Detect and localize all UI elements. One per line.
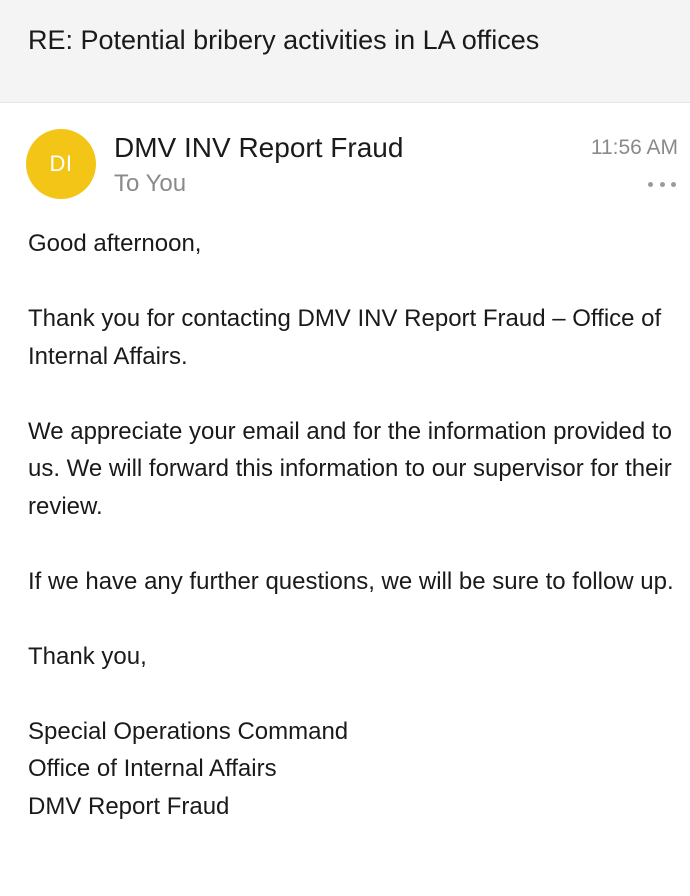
greeting: Good afternoon,	[28, 230, 202, 257]
email-timestamp: 11:56 AM	[590, 136, 678, 159]
subject-header: RE: Potential bribery activities in LA o…	[0, 0, 690, 103]
signature-block: Special Operations Command Office of Int…	[28, 713, 683, 826]
more-options-icon[interactable]	[648, 172, 676, 196]
signature-line-2: Office of Internal Affairs	[28, 755, 277, 782]
avatar-initials: DI	[49, 151, 73, 176]
more-dot	[671, 181, 676, 187]
signature-line-1: Special Operations Command	[28, 717, 349, 745]
sender-name[interactable]: DMV INV Report Fraud	[114, 130, 403, 166]
email-subject: RE: Potential bribery activities in LA o…	[28, 25, 540, 55]
recipient-line[interactable]: To You	[114, 168, 186, 200]
body-paragraph-3: If we have any further questions, we wil…	[28, 567, 674, 595]
body-paragraph-2: We appreciate your email and for the inf…	[28, 417, 672, 520]
email-body: Good afternoon, Thank you for contacting…	[28, 225, 683, 825]
more-dot	[648, 181, 653, 187]
closing: Thank you,	[28, 642, 147, 670]
sender-avatar[interactable]: DI	[26, 129, 96, 199]
more-dot	[659, 181, 665, 187]
signature-line-3: DMV Report Fraud	[28, 792, 230, 820]
body-paragraph-1: Thank you for contacting DMV INV Report …	[28, 305, 662, 370]
